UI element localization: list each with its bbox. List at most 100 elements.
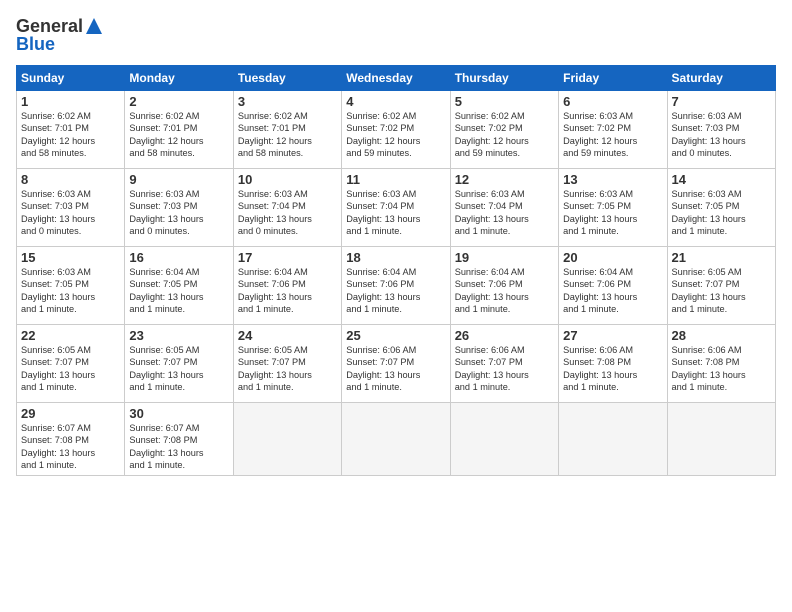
week-row-2: 8Sunrise: 6:03 AM Sunset: 7:03 PM Daylig… xyxy=(17,169,776,247)
cell-details: Sunrise: 6:03 AM Sunset: 7:04 PM Dayligh… xyxy=(455,188,554,238)
cell-details: Sunrise: 6:02 AM Sunset: 7:01 PM Dayligh… xyxy=(238,110,337,160)
cell-details: Sunrise: 6:03 AM Sunset: 7:05 PM Dayligh… xyxy=(563,188,662,238)
day-number: 1 xyxy=(21,94,120,109)
cell-details: Sunrise: 6:02 AM Sunset: 7:01 PM Dayligh… xyxy=(21,110,120,160)
day-number: 10 xyxy=(238,172,337,187)
cell-details: Sunrise: 6:03 AM Sunset: 7:03 PM Dayligh… xyxy=(21,188,120,238)
day-number: 15 xyxy=(21,250,120,265)
calendar-cell xyxy=(667,403,775,476)
cell-details: Sunrise: 6:04 AM Sunset: 7:06 PM Dayligh… xyxy=(563,266,662,316)
week-row-4: 22Sunrise: 6:05 AM Sunset: 7:07 PM Dayli… xyxy=(17,325,776,403)
day-number: 23 xyxy=(129,328,228,343)
calendar-cell: 19Sunrise: 6:04 AM Sunset: 7:06 PM Dayli… xyxy=(450,247,558,325)
cell-details: Sunrise: 6:02 AM Sunset: 7:01 PM Dayligh… xyxy=(129,110,228,160)
cell-details: Sunrise: 6:02 AM Sunset: 7:02 PM Dayligh… xyxy=(346,110,445,160)
cell-details: Sunrise: 6:03 AM Sunset: 7:03 PM Dayligh… xyxy=(129,188,228,238)
header-row: SundayMondayTuesdayWednesdayThursdayFrid… xyxy=(17,66,776,91)
day-number: 29 xyxy=(21,406,120,421)
cell-details: Sunrise: 6:04 AM Sunset: 7:06 PM Dayligh… xyxy=(346,266,445,316)
logo-blue-text: Blue xyxy=(16,34,104,55)
cell-details: Sunrise: 6:03 AM Sunset: 7:03 PM Dayligh… xyxy=(672,110,771,160)
day-number: 20 xyxy=(563,250,662,265)
cell-details: Sunrise: 6:06 AM Sunset: 7:08 PM Dayligh… xyxy=(563,344,662,394)
calendar-cell xyxy=(342,403,450,476)
col-header-friday: Friday xyxy=(559,66,667,91)
day-number: 21 xyxy=(672,250,771,265)
cell-details: Sunrise: 6:05 AM Sunset: 7:07 PM Dayligh… xyxy=(129,344,228,394)
calendar-cell: 22Sunrise: 6:05 AM Sunset: 7:07 PM Dayli… xyxy=(17,325,125,403)
calendar-cell: 29Sunrise: 6:07 AM Sunset: 7:08 PM Dayli… xyxy=(17,403,125,476)
calendar-cell: 21Sunrise: 6:05 AM Sunset: 7:07 PM Dayli… xyxy=(667,247,775,325)
calendar-cell xyxy=(233,403,341,476)
col-header-tuesday: Tuesday xyxy=(233,66,341,91)
day-number: 19 xyxy=(455,250,554,265)
calendar-cell: 23Sunrise: 6:05 AM Sunset: 7:07 PM Dayli… xyxy=(125,325,233,403)
calendar-cell: 17Sunrise: 6:04 AM Sunset: 7:06 PM Dayli… xyxy=(233,247,341,325)
cell-details: Sunrise: 6:03 AM Sunset: 7:04 PM Dayligh… xyxy=(346,188,445,238)
week-row-3: 15Sunrise: 6:03 AM Sunset: 7:05 PM Dayli… xyxy=(17,247,776,325)
calendar-cell: 20Sunrise: 6:04 AM Sunset: 7:06 PM Dayli… xyxy=(559,247,667,325)
day-number: 3 xyxy=(238,94,337,109)
cell-details: Sunrise: 6:03 AM Sunset: 7:05 PM Dayligh… xyxy=(672,188,771,238)
cell-details: Sunrise: 6:03 AM Sunset: 7:05 PM Dayligh… xyxy=(21,266,120,316)
day-number: 17 xyxy=(238,250,337,265)
calendar-cell: 3Sunrise: 6:02 AM Sunset: 7:01 PM Daylig… xyxy=(233,91,341,169)
calendar-cell: 28Sunrise: 6:06 AM Sunset: 7:08 PM Dayli… xyxy=(667,325,775,403)
col-header-sunday: Sunday xyxy=(17,66,125,91)
day-number: 7 xyxy=(672,94,771,109)
calendar-cell: 16Sunrise: 6:04 AM Sunset: 7:05 PM Dayli… xyxy=(125,247,233,325)
day-number: 25 xyxy=(346,328,445,343)
calendar-cell: 14Sunrise: 6:03 AM Sunset: 7:05 PM Dayli… xyxy=(667,169,775,247)
calendar-cell: 27Sunrise: 6:06 AM Sunset: 7:08 PM Dayli… xyxy=(559,325,667,403)
calendar-cell: 15Sunrise: 6:03 AM Sunset: 7:05 PM Dayli… xyxy=(17,247,125,325)
col-header-thursday: Thursday xyxy=(450,66,558,91)
logo: General Blue xyxy=(16,16,104,55)
calendar-cell: 10Sunrise: 6:03 AM Sunset: 7:04 PM Dayli… xyxy=(233,169,341,247)
day-number: 5 xyxy=(455,94,554,109)
day-number: 13 xyxy=(563,172,662,187)
calendar-cell: 9Sunrise: 6:03 AM Sunset: 7:03 PM Daylig… xyxy=(125,169,233,247)
calendar-cell: 11Sunrise: 6:03 AM Sunset: 7:04 PM Dayli… xyxy=(342,169,450,247)
calendar-cell: 8Sunrise: 6:03 AM Sunset: 7:03 PM Daylig… xyxy=(17,169,125,247)
cell-details: Sunrise: 6:07 AM Sunset: 7:08 PM Dayligh… xyxy=(129,422,228,472)
cell-details: Sunrise: 6:02 AM Sunset: 7:02 PM Dayligh… xyxy=(455,110,554,160)
cell-details: Sunrise: 6:06 AM Sunset: 7:08 PM Dayligh… xyxy=(672,344,771,394)
calendar-cell: 2Sunrise: 6:02 AM Sunset: 7:01 PM Daylig… xyxy=(125,91,233,169)
week-row-5: 29Sunrise: 6:07 AM Sunset: 7:08 PM Dayli… xyxy=(17,403,776,476)
cell-details: Sunrise: 6:07 AM Sunset: 7:08 PM Dayligh… xyxy=(21,422,120,472)
cell-details: Sunrise: 6:05 AM Sunset: 7:07 PM Dayligh… xyxy=(672,266,771,316)
cell-details: Sunrise: 6:04 AM Sunset: 7:05 PM Dayligh… xyxy=(129,266,228,316)
day-number: 14 xyxy=(672,172,771,187)
calendar-cell: 6Sunrise: 6:03 AM Sunset: 7:02 PM Daylig… xyxy=(559,91,667,169)
cell-details: Sunrise: 6:05 AM Sunset: 7:07 PM Dayligh… xyxy=(21,344,120,394)
cell-details: Sunrise: 6:05 AM Sunset: 7:07 PM Dayligh… xyxy=(238,344,337,394)
day-number: 16 xyxy=(129,250,228,265)
header: General Blue xyxy=(16,16,776,55)
page: General Blue SundayMondayTuesdayWednesda… xyxy=(0,0,792,612)
day-number: 26 xyxy=(455,328,554,343)
calendar-cell: 26Sunrise: 6:06 AM Sunset: 7:07 PM Dayli… xyxy=(450,325,558,403)
day-number: 28 xyxy=(672,328,771,343)
day-number: 2 xyxy=(129,94,228,109)
calendar-cell: 1Sunrise: 6:02 AM Sunset: 7:01 PM Daylig… xyxy=(17,91,125,169)
calendar-cell xyxy=(450,403,558,476)
calendar-cell: 24Sunrise: 6:05 AM Sunset: 7:07 PM Dayli… xyxy=(233,325,341,403)
day-number: 12 xyxy=(455,172,554,187)
calendar-cell xyxy=(559,403,667,476)
cell-details: Sunrise: 6:03 AM Sunset: 7:04 PM Dayligh… xyxy=(238,188,337,238)
col-header-wednesday: Wednesday xyxy=(342,66,450,91)
calendar-cell: 13Sunrise: 6:03 AM Sunset: 7:05 PM Dayli… xyxy=(559,169,667,247)
col-header-saturday: Saturday xyxy=(667,66,775,91)
col-header-monday: Monday xyxy=(125,66,233,91)
day-number: 4 xyxy=(346,94,445,109)
cell-details: Sunrise: 6:06 AM Sunset: 7:07 PM Dayligh… xyxy=(455,344,554,394)
day-number: 6 xyxy=(563,94,662,109)
calendar-cell: 5Sunrise: 6:02 AM Sunset: 7:02 PM Daylig… xyxy=(450,91,558,169)
day-number: 8 xyxy=(21,172,120,187)
calendar-cell: 4Sunrise: 6:02 AM Sunset: 7:02 PM Daylig… xyxy=(342,91,450,169)
cell-details: Sunrise: 6:03 AM Sunset: 7:02 PM Dayligh… xyxy=(563,110,662,160)
calendar-cell: 25Sunrise: 6:06 AM Sunset: 7:07 PM Dayli… xyxy=(342,325,450,403)
day-number: 24 xyxy=(238,328,337,343)
cell-details: Sunrise: 6:04 AM Sunset: 7:06 PM Dayligh… xyxy=(455,266,554,316)
week-row-1: 1Sunrise: 6:02 AM Sunset: 7:01 PM Daylig… xyxy=(17,91,776,169)
